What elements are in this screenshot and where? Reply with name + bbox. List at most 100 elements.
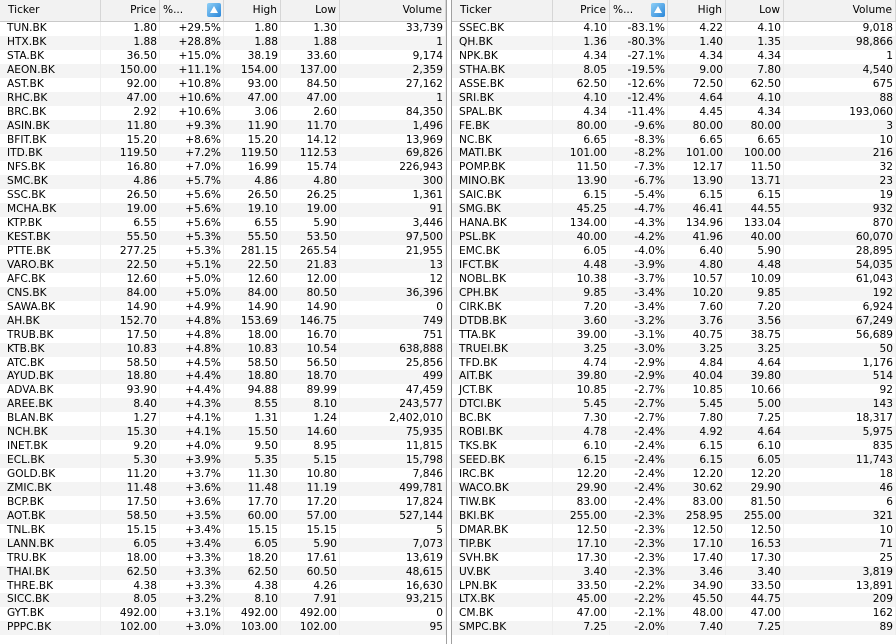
table-row[interactable]: NPK.BK 4.34 -27.1% 4.34 4.34 1 bbox=[452, 49, 896, 64]
table-row[interactable]: THRE.BK 4.38 +3.3% 4.38 4.26 16,630 bbox=[0, 579, 446, 594]
table-row[interactable]: BC.BK 7.30 -2.7% 7.80 7.25 18,317 bbox=[452, 412, 896, 427]
table-row[interactable]: AFC.BK 12.60 +5.0% 12.60 12.00 12 bbox=[0, 272, 446, 287]
table-row[interactable]: TKS.BK 6.10 -2.4% 6.15 6.10 835 bbox=[452, 440, 896, 455]
column-header-ticker[interactable]: Ticker bbox=[0, 0, 101, 21]
table-row[interactable]: AEON.BK 150.00 +11.1% 154.00 137.00 2,359 bbox=[0, 63, 446, 78]
table-row[interactable]: KTP.BK 6.55 +5.6% 6.55 5.90 3,446 bbox=[0, 217, 446, 232]
table-row[interactable]: CM.BK 47.00 -2.1% 48.00 47.00 162 bbox=[452, 607, 896, 622]
table-row[interactable]: TNL.BK 15.15 +3.4% 15.15 15.15 5 bbox=[0, 523, 446, 538]
table-row[interactable]: NCH.BK 15.30 +4.1% 15.50 14.60 75,935 bbox=[0, 426, 446, 441]
table-row[interactable]: PPPC.BK 102.00 +3.0% 103.00 102.00 95 bbox=[0, 621, 446, 636]
table-row[interactable]: TRU.BK 18.00 +3.3% 18.20 17.61 13,619 bbox=[0, 551, 446, 566]
table-row[interactable]: ROBI.BK 4.78 -2.4% 4.92 4.64 5,975 bbox=[452, 426, 896, 441]
table-row[interactable]: AREE.BK 8.40 +4.3% 8.55 8.10 243,577 bbox=[0, 398, 446, 413]
table-row[interactable]: CPH.BK 9.85 -3.4% 10.20 9.85 192 bbox=[452, 286, 896, 301]
table-row[interactable]: BLAN.BK 1.27 +4.1% 1.31 1.24 2,402,010 bbox=[0, 412, 446, 427]
table-row[interactable]: NFS.BK 16.80 +7.0% 16.99 15.74 226,943 bbox=[0, 161, 446, 176]
table-row[interactable]: CNS.BK 84.00 +5.0% 84.00 80.50 36,396 bbox=[0, 286, 446, 301]
table-row[interactable]: DTDB.BK 3.60 -3.2% 3.76 3.56 67,249 bbox=[452, 314, 896, 329]
table-row[interactable]: SEED.BK 6.15 -2.4% 6.15 6.05 11,743 bbox=[452, 454, 896, 468]
table-row[interactable]: VARO.BK 22.50 +5.1% 22.50 21.83 13 bbox=[0, 258, 446, 273]
table-row[interactable]: SMG.BK 45.25 -4.7% 46.41 44.55 932 bbox=[452, 203, 896, 218]
column-header-price[interactable]: Price bbox=[101, 0, 160, 21]
column-header-change[interactable]: %... bbox=[160, 0, 224, 21]
column-header-low[interactable]: Low bbox=[281, 0, 340, 21]
table-row[interactable]: SAWA.BK 14.90 +4.9% 14.90 14.90 0 bbox=[0, 300, 446, 315]
column-header-price[interactable]: Price bbox=[553, 0, 610, 21]
table-row[interactable]: PTTE.BK 277.25 +5.3% 281.15 265.54 21,955 bbox=[0, 245, 446, 259]
table-row[interactable]: MATI.BK 101.00 -8.2% 101.00 100.00 216 bbox=[452, 147, 896, 162]
table-row[interactable]: EMC.BK 6.05 -4.0% 6.40 5.90 28,895 bbox=[452, 245, 896, 259]
table-row[interactable]: DMAR.BK 12.50 -2.3% 12.50 12.50 10 bbox=[452, 523, 896, 538]
table-row[interactable]: POMP.BK 11.50 -7.3% 12.17 11.50 32 bbox=[452, 161, 896, 176]
table-row[interactable]: ITD.BK 119.50 +7.2% 119.50 112.53 69,826 bbox=[0, 147, 446, 162]
table-row[interactable]: SMPC.BK 7.25 -2.0% 7.40 7.25 89 bbox=[452, 621, 896, 636]
column-header-volume[interactable]: Volume bbox=[340, 0, 446, 21]
table-row[interactable]: ZMIC.BK 11.48 +3.6% 11.48 11.19 499,781 bbox=[0, 481, 446, 496]
table-row[interactable]: THAI.BK 62.50 +3.3% 62.50 60.50 48,615 bbox=[0, 565, 446, 580]
table-row[interactable]: MINO.BK 13.90 -6.7% 13.90 13.71 23 bbox=[452, 175, 896, 190]
table-row[interactable]: TIW.BK 83.00 -2.4% 83.00 81.50 6 bbox=[452, 495, 896, 510]
table-row[interactable]: BFIT.BK 15.20 +8.6% 15.20 14.12 13,969 bbox=[0, 133, 446, 148]
table-row[interactable]: BRC.BK 2.92 +10.6% 3.06 2.60 84,350 bbox=[0, 105, 446, 120]
table-row[interactable]: AST.BK 92.00 +10.8% 93.00 84.50 27,162 bbox=[0, 77, 446, 92]
column-header-low[interactable]: Low bbox=[726, 0, 784, 21]
table-row[interactable]: INET.BK 9.20 +4.0% 9.50 8.95 11,815 bbox=[0, 440, 446, 455]
table-row[interactable]: KTB.BK 10.83 +4.8% 10.83 10.54 638,888 bbox=[0, 342, 446, 357]
table-row[interactable]: SICC.BK 8.05 +3.2% 8.10 7.91 93,215 bbox=[0, 593, 446, 608]
table-row[interactable]: GYT.BK 492.00 +3.1% 492.00 492.00 0 bbox=[0, 607, 446, 622]
table-row[interactable]: AIT.BK 39.80 -2.9% 40.04 39.80 514 bbox=[452, 370, 896, 385]
table-row[interactable]: WACO.BK 29.90 -2.4% 30.62 29.90 46 bbox=[452, 481, 896, 496]
table-row[interactable]: KEST.BK 55.50 +5.3% 55.50 53.50 97,500 bbox=[0, 231, 446, 245]
table-row[interactable]: TIP.BK 17.10 -2.3% 17.10 16.53 71 bbox=[452, 537, 896, 552]
table-row[interactable]: CIRK.BK 7.20 -3.4% 7.60 7.20 6,924 bbox=[452, 300, 896, 315]
table-row[interactable]: ASIN.BK 11.80 +9.3% 11.90 11.70 1,496 bbox=[0, 119, 446, 134]
table-row[interactable]: SPAL.BK 4.34 -11.4% 4.45 4.34 193,060 bbox=[452, 105, 896, 120]
table-row[interactable]: SMC.BK 4.86 +5.7% 4.86 4.80 300 bbox=[0, 175, 446, 190]
table-row[interactable]: BCP.BK 17.50 +3.6% 17.70 17.20 17,824 bbox=[0, 495, 446, 510]
column-header-high[interactable]: High bbox=[224, 0, 281, 21]
table-row[interactable]: SSC.BK 26.50 +5.6% 26.50 26.25 1,361 bbox=[0, 189, 446, 204]
table-row[interactable]: SVH.BK 17.30 -2.3% 17.40 17.30 25 bbox=[452, 551, 896, 566]
table-row[interactable]: TUN.BK 1.80 +29.5% 1.80 1.30 33,739 bbox=[0, 22, 446, 36]
sort-ascending-icon[interactable] bbox=[651, 3, 665, 17]
table-row[interactable]: JCT.BK 10.85 -2.7% 10.85 10.66 92 bbox=[452, 384, 896, 399]
table-row[interactable]: STA.BK 36.50 +15.0% 38.19 33.60 9,174 bbox=[0, 49, 446, 64]
sort-descending-icon[interactable] bbox=[207, 3, 221, 17]
column-header-volume[interactable]: Volume bbox=[784, 0, 896, 21]
table-row[interactable]: LANN.BK 6.05 +3.4% 6.05 5.90 7,073 bbox=[0, 537, 446, 552]
table-row[interactable]: ADVA.BK 93.90 +4.4% 94.88 89.99 47,459 bbox=[0, 384, 446, 399]
table-row[interactable]: HANA.BK 134.00 -4.3% 134.96 133.04 870 bbox=[452, 217, 896, 232]
column-header-high[interactable]: High bbox=[668, 0, 726, 21]
table-row[interactable]: LTX.BK 45.00 -2.2% 45.50 44.75 209 bbox=[452, 593, 896, 608]
table-row[interactable]: STHA.BK 8.05 -19.5% 9.00 7.80 4,540 bbox=[452, 63, 896, 78]
table-row[interactable]: TRUEI.BK 3.25 -3.0% 3.25 3.25 50 bbox=[452, 342, 896, 357]
table-row[interactable]: HTX.BK 1.88 +28.8% 1.88 1.88 1 bbox=[0, 35, 446, 50]
table-row[interactable]: IFCT.BK 4.48 -3.9% 4.80 4.48 54,035 bbox=[452, 258, 896, 273]
table-row[interactable]: UV.BK 3.40 -2.3% 3.46 3.40 3,819 bbox=[452, 565, 896, 580]
table-row[interactable]: NOBL.BK 10.38 -3.7% 10.57 10.09 61,043 bbox=[452, 272, 896, 287]
table-row[interactable]: SSEC.BK 4.10 -83.1% 4.22 4.10 9,018 bbox=[452, 22, 896, 36]
table-row[interactable]: AYUD.BK 18.80 +4.4% 18.80 18.70 499 bbox=[0, 370, 446, 385]
table-row[interactable]: ATC.BK 58.50 +4.5% 58.50 56.50 25,856 bbox=[0, 356, 446, 371]
table-row[interactable]: RHC.BK 47.00 +10.6% 47.00 47.00 1 bbox=[0, 91, 446, 106]
table-row[interactable]: DTCI.BK 5.45 -2.7% 5.45 5.00 143 bbox=[452, 398, 896, 413]
table-row[interactable]: ASSE.BK 62.50 -12.6% 72.50 62.50 675 bbox=[452, 77, 896, 92]
table-row[interactable]: IRC.BK 12.20 -2.4% 12.20 12.20 18 bbox=[452, 468, 896, 482]
table-row[interactable]: AH.BK 152.70 +4.8% 153.69 146.75 749 bbox=[0, 314, 446, 329]
column-header-change[interactable]: %... bbox=[610, 0, 668, 21]
table-row[interactable]: PSL.BK 40.00 -4.2% 41.96 40.00 60,070 bbox=[452, 231, 896, 245]
table-row[interactable]: BKI.BK 255.00 -2.3% 258.95 255.00 321 bbox=[452, 509, 896, 524]
table-row[interactable]: LPN.BK 33.50 -2.2% 34.90 33.50 13,891 bbox=[452, 579, 896, 594]
table-row[interactable]: MCHA.BK 19.00 +5.6% 19.10 19.00 91 bbox=[0, 203, 446, 218]
table-row[interactable]: FE.BK 80.00 -9.6% 80.00 80.00 3 bbox=[452, 119, 896, 134]
table-row[interactable]: SAIC.BK 6.15 -5.4% 6.15 6.15 19 bbox=[452, 189, 896, 204]
table-row[interactable]: GOLD.BK 11.20 +3.7% 11.30 10.80 7,846 bbox=[0, 468, 446, 482]
table-row[interactable]: QH.BK 1.36 -80.3% 1.40 1.35 98,866 bbox=[452, 35, 896, 50]
column-header-ticker[interactable]: Ticker bbox=[452, 0, 553, 21]
table-row[interactable]: TFD.BK 4.74 -2.9% 4.84 4.64 1,176 bbox=[452, 356, 896, 371]
table-row[interactable]: AOT.BK 58.50 +3.5% 60.00 57.00 527,144 bbox=[0, 509, 446, 524]
table-row[interactable]: TTA.BK 39.00 -3.1% 40.75 38.75 56,689 bbox=[452, 328, 896, 343]
table-row[interactable]: SRI.BK 4.10 -12.4% 4.64 4.10 88 bbox=[452, 91, 896, 106]
table-row[interactable]: NC.BK 6.65 -8.3% 6.65 6.65 10 bbox=[452, 133, 896, 148]
